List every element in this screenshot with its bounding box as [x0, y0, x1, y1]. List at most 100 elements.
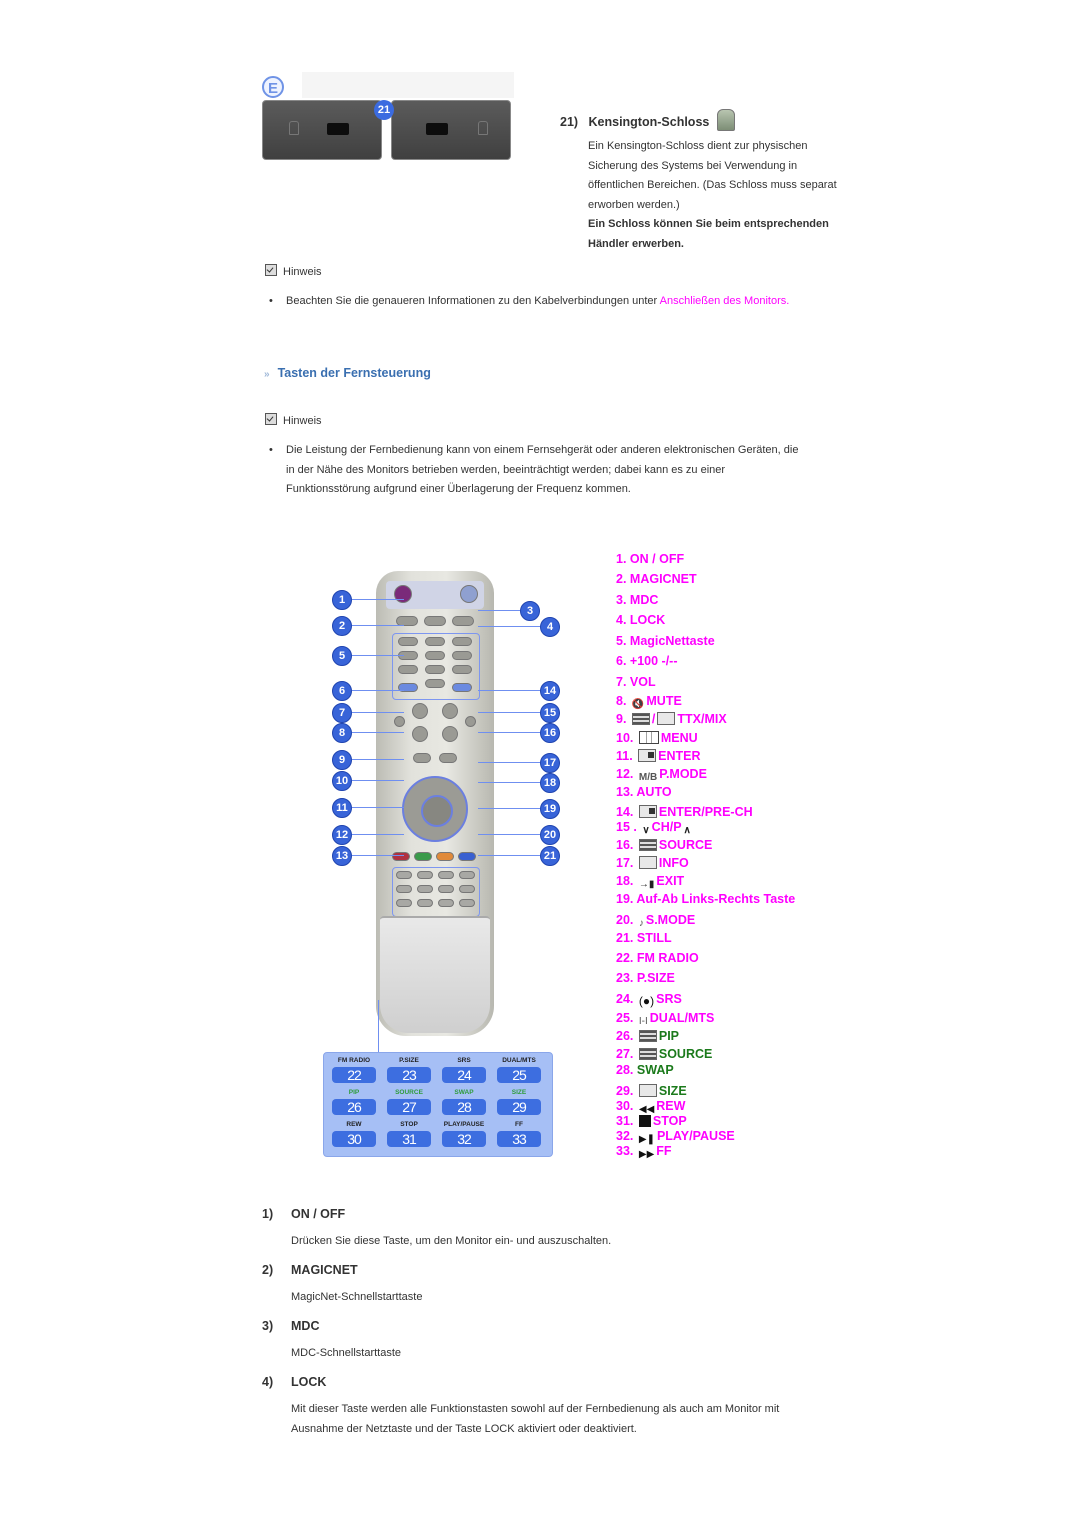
callout-leader-line [478, 808, 540, 809]
callout-leader-line [352, 655, 404, 656]
keypad-key: 25 [497, 1067, 541, 1083]
key-number: 26. [616, 1029, 634, 1043]
callout-leader-line [352, 732, 404, 733]
kensington-description: Ein Kensington-Schloss dient zur physisc… [588, 140, 837, 211]
note-checkbox-icon [265, 264, 277, 276]
connecting-monitor-link[interactable]: Anschließen des Monitors. [660, 295, 790, 307]
key-label: ENTER [658, 749, 701, 763]
key-list-item: 19. Auf-Ab Links-Rechts Taste [616, 892, 795, 906]
callout-10: 10 [332, 771, 352, 791]
key-label: SIZE [658, 1084, 687, 1098]
key-label: ENTER/PRE-CH [658, 805, 753, 819]
vol-up-button [412, 703, 428, 719]
keypad-caption: STOP [400, 1121, 418, 1128]
number-button [425, 665, 445, 674]
key-label: SWAP [636, 1063, 674, 1077]
keypad-key: 32 [442, 1131, 486, 1147]
key-list-item: 2. MAGICNET [616, 572, 697, 586]
play-pause-icon: ▶❚ [638, 1134, 655, 1145]
key-description-text: Drücken Sie diese Taste, um den Monitor … [291, 1235, 612, 1247]
keypad-key: 33 [497, 1131, 541, 1147]
callout-leader-line [478, 834, 540, 835]
key-list-item: 28. SWAP [616, 1063, 674, 1077]
enter-icon [636, 749, 658, 763]
media-button [396, 885, 412, 893]
callout-leader-line [352, 855, 404, 856]
info-key [439, 753, 457, 763]
kensington-slot [327, 123, 349, 135]
power-button [394, 585, 412, 603]
callout-16: 16 [540, 723, 560, 743]
ch-up-button [442, 703, 458, 719]
callout-leader-line [352, 759, 404, 760]
key-label: MENU [660, 731, 698, 745]
lock-icon [478, 121, 488, 135]
key-list-item: 7. VOL [616, 675, 656, 689]
key-list-item: 12. M/B P.MODE [616, 767, 707, 783]
keypad-caption: P.SIZE [399, 1057, 419, 1064]
direction-pad [402, 776, 468, 842]
key-number: 10. [616, 731, 634, 745]
media-button [459, 885, 475, 893]
callout-leader-line [478, 762, 540, 763]
number-button [425, 679, 445, 688]
lock-key [452, 616, 474, 626]
key-description-heading: 1) ON / OFF [262, 1207, 345, 1221]
heading-text: Kensington-Schloss [588, 115, 710, 129]
key-list-item: 16. SOURCE [616, 838, 712, 852]
key-list-item: 13. AUTO [616, 785, 672, 799]
key-label: INFO [658, 856, 689, 870]
key-list-item: 5. MagicNettaste [616, 634, 715, 648]
key-label: EXIT [656, 874, 685, 888]
key-label: CH/P [651, 820, 682, 834]
key-description-heading: 3) MDC [262, 1319, 319, 1333]
keypad-key: 29 [497, 1099, 541, 1115]
key-label: MUTE [646, 694, 682, 708]
vol-down-button [412, 726, 428, 742]
keypad-key: 22 [332, 1067, 376, 1083]
bullet-icon: • [269, 444, 273, 456]
key-number: 27. [616, 1047, 634, 1061]
key-number: 4. [616, 613, 627, 627]
remote-body [376, 571, 494, 1036]
callout-6: 6 [332, 681, 352, 701]
chevron-down-icon: ∨ [642, 825, 650, 836]
key-label: DUAL/MTS [649, 1011, 715, 1025]
callout-leader-line [478, 610, 520, 611]
key-description-heading: 4) LOCK [262, 1375, 326, 1389]
size-icon [637, 1084, 659, 1098]
media-button [438, 899, 454, 907]
callout-leader-line [352, 599, 404, 600]
key-list-item: 23. P.SIZE [616, 971, 675, 985]
key-number: 1. [616, 552, 627, 566]
keypad-key: 26 [332, 1099, 376, 1115]
keypad-cell: DUAL/MTS 25 [494, 1056, 544, 1083]
key-list-item: 6. +100 -/-- [616, 654, 678, 668]
callout-leader-line [478, 712, 540, 713]
pre-ch-button [452, 683, 472, 692]
key-number: 20. [616, 913, 634, 927]
keypad-caption: PIP [348, 1089, 360, 1096]
key-number: 24. [616, 992, 634, 1006]
info-icon [637, 856, 659, 870]
kensington-heading: 21) Kensington-Schloss [560, 109, 735, 131]
key-list-item: 26. PIP [616, 1029, 679, 1043]
key-list-item: 18. →▮ EXIT [616, 874, 684, 890]
key-label: MAGICNET [629, 572, 697, 586]
padlock-icon [716, 109, 735, 131]
blue-button [458, 852, 476, 861]
callout-leader-line [478, 690, 540, 691]
stop-icon [637, 1114, 653, 1128]
key-number: 28. [616, 1063, 634, 1077]
callout-12: 12 [332, 825, 352, 845]
keypad-cell: PLAY/PAUSE 32 [439, 1120, 489, 1147]
note-checkbox-icon [265, 413, 277, 425]
callout-5: 5 [332, 646, 352, 666]
number-button [452, 651, 472, 660]
key-list-item: 22. FM RADIO [616, 951, 699, 965]
keypad-cell: SWAP 28 [439, 1088, 489, 1115]
keypad-caption: FM RADIO [337, 1057, 371, 1064]
key-number: 12. [616, 767, 634, 781]
callout-4: 4 [540, 617, 560, 637]
callout-13: 13 [332, 846, 352, 866]
